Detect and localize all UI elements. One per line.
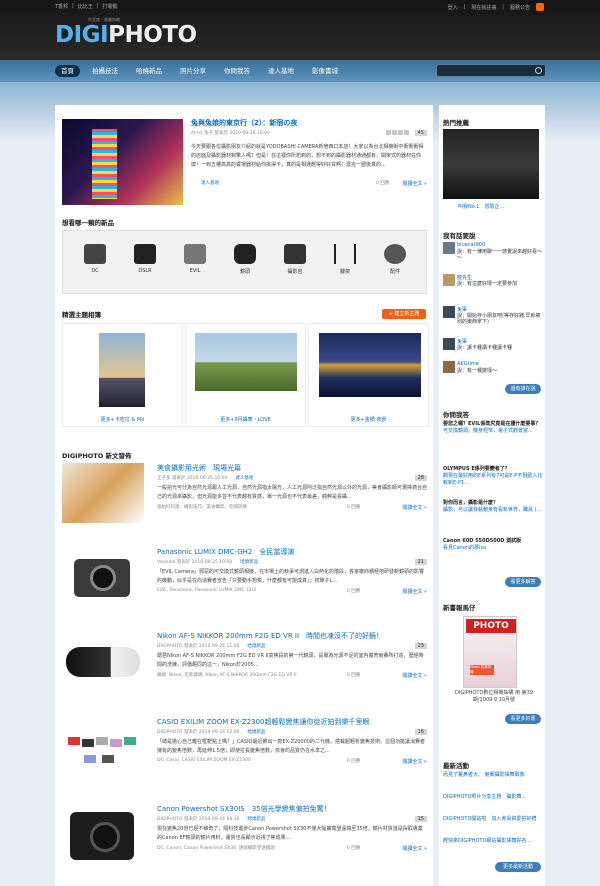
nav-qa[interactable]: 你問我答 bbox=[218, 65, 256, 77]
register-link[interactable]: 現在就註冊 bbox=[471, 4, 496, 11]
post-thumbnail[interactable] bbox=[62, 463, 144, 523]
nav-home[interactable]: 首頁 bbox=[55, 65, 80, 77]
event-item[interactable]: 而見了羅鼻者大、 競郵攝影揮舞取像 bbox=[443, 772, 539, 779]
share-icons[interactable] bbox=[386, 130, 409, 135]
post-thumbnail[interactable] bbox=[62, 804, 144, 864]
hot-title: 熱門推薦 bbox=[443, 119, 469, 127]
qa-more-button[interactable]: 看更多解答 bbox=[505, 577, 541, 587]
category-accessory[interactable]: 配件 bbox=[380, 244, 410, 275]
news-title: DIGIPHOTO 新文發佈 bbox=[62, 452, 132, 460]
talk-title: 我有話要說 bbox=[443, 232, 476, 240]
post-thumbnail[interactable] bbox=[62, 547, 144, 607]
feature-count: 45 bbox=[414, 130, 427, 136]
book-caption: DIGIPHOTO數位相機採購 用 第39期/2009 9.10月號 bbox=[455, 690, 533, 703]
events-more-button[interactable]: 更多最新活動 bbox=[495, 862, 541, 872]
qa-item: 要您之幡？EVIL係既究竟是在護什麼要事？ 可交換鏡頭、機身短窄，電子式觀景窗..… bbox=[443, 421, 541, 434]
feature-title[interactable]: 兔與兔娘的東京行（2）：新宿の夜 bbox=[191, 118, 427, 128]
category-dslr[interactable]: DSLR bbox=[130, 244, 160, 274]
hot-image[interactable] bbox=[443, 129, 539, 199]
top-links: T香邦 | 比比王 | 打電動 bbox=[55, 3, 118, 10]
album-card[interactable]: 更多+9月攝寮・LOVE bbox=[185, 323, 306, 427]
album-photo[interactable] bbox=[319, 333, 421, 397]
search-icon[interactable] bbox=[535, 67, 542, 74]
feature-body: 今天要跟各位攝影朋友介紹的就是YODOBASHI CAMERA新宿西口本店！大家… bbox=[191, 144, 424, 168]
hot-caption[interactable]: 叫我No.1 冒險企... bbox=[458, 203, 504, 210]
nav-expert[interactable]: 達人基地 bbox=[262, 65, 300, 77]
chat-item: 兔軍 說：開始存小朋友吧(等存好錢,早就被別的東西拿下) bbox=[443, 306, 543, 332]
book-cover-brand: PHOTO bbox=[466, 619, 516, 633]
album-card[interactable]: 更多+金橋 夜景 bbox=[308, 323, 429, 427]
account-links: 登入 | 現在就註冊 | 服務公告 bbox=[448, 3, 544, 11]
album-card[interactable]: 更多+卡密拉 & Me bbox=[62, 323, 183, 427]
album-photo[interactable] bbox=[99, 333, 145, 407]
post-thumbnail[interactable] bbox=[62, 631, 144, 691]
qa-item: 對你而言，攝影是什麼？ 攝影，可以讓我執敵身有看新世界，職員 (... bbox=[443, 500, 542, 513]
post-title[interactable]: Nikon AF-S NIKKOR 200mm F2G ED VR II 時間也… bbox=[157, 631, 427, 641]
category-evil[interactable]: EVIL bbox=[180, 244, 210, 274]
event-item[interactable]: 趕快來DIGIPHOTO網站攝影揮舞好名... bbox=[443, 838, 539, 845]
feature-tag[interactable]: 達人基地 bbox=[201, 180, 219, 186]
feature-more[interactable]: 閱讀全文 » bbox=[402, 180, 427, 187]
category-bag[interactable]: 攝影包 bbox=[280, 244, 310, 275]
album-photo[interactable] bbox=[195, 333, 297, 391]
chat-item: 兔軍 說：讓卡種講卡種讓卡種 bbox=[443, 338, 543, 358]
category-title: 想看哪一類的新品 bbox=[62, 219, 114, 227]
nav-techniques[interactable]: 拍攝技法 bbox=[86, 65, 124, 77]
top-link[interactable]: 比比王 bbox=[78, 3, 93, 10]
category-lens[interactable]: 鏡頭 bbox=[230, 244, 260, 275]
events-title: 最新活動 bbox=[443, 762, 469, 770]
category-dc[interactable]: DC bbox=[80, 244, 110, 274]
albums-title: 精選主題相簿 bbox=[62, 311, 101, 319]
talk-more-button[interactable]: 還有誰在說 bbox=[505, 384, 541, 394]
post-title[interactable]: Canon Powershot SX30IS 35倍光學變焦偏拍免驚！ bbox=[157, 804, 427, 814]
album-caption[interactable]: 更多+卡密拉 & Me bbox=[63, 416, 182, 423]
nav-photo-share[interactable]: 照片分享 bbox=[174, 65, 212, 77]
category-tripod[interactable]: 腳架 bbox=[330, 244, 360, 275]
feature-meta: Alrist 兔子 發表於 2010-09-26 10:00 bbox=[191, 131, 270, 136]
post-thumbnail[interactable] bbox=[62, 717, 144, 777]
top-bar: T香邦 | 比比王 | 打電動 登入 | 現在就註冊 | 服務公告 你是誰・美麗無敵 D… bbox=[0, 0, 600, 60]
avatar[interactable] bbox=[443, 361, 455, 373]
news-post: CASIO EXILIM ZOOM EX-Z2300超輕鬆變焦讓你從近拍到樂千里… bbox=[62, 717, 427, 789]
avatar[interactable] bbox=[443, 306, 455, 318]
news-post: Panasonic LUMIX DMC-GH2 全民當導演 Vessuka 發表… bbox=[62, 547, 427, 619]
feature-article: 兔與兔娘的東京行（2）：新宿の夜 Alrist 兔子 發表於 2010-09-2… bbox=[191, 118, 427, 188]
avatar[interactable] bbox=[443, 242, 455, 254]
event-item[interactable]: DIGIPHOTO照片分享主題 攝影舞... bbox=[443, 794, 539, 801]
site-logo[interactable]: DIGIPHOTO bbox=[55, 22, 197, 48]
post-title[interactable]: 美食攝影用光術 現場光篇 bbox=[157, 463, 427, 473]
feature-replies[interactable]: 0 回應 bbox=[376, 180, 389, 186]
top-link[interactable]: 打電動 bbox=[102, 3, 117, 10]
post-title[interactable]: Panasonic LUMIX DMC-GH2 全民當導演 bbox=[157, 547, 427, 557]
nav-new-products[interactable]: 哈燒新品 bbox=[130, 65, 168, 77]
book-more-button[interactable]: 看更多好書 bbox=[505, 714, 541, 724]
news-post: 美食攝影用光術 現場光篇 王子多 發表於 2010-09-25 10:00 達人基… bbox=[62, 463, 427, 535]
post-title[interactable]: CASIO EXILIM ZOOM EX-Z2300超輕鬆變焦讓你從近拍到樂千里… bbox=[157, 717, 427, 727]
rss-icon[interactable] bbox=[536, 3, 544, 11]
chat-item: 龍先生 說：有這麼好壞一定要參加 bbox=[443, 274, 543, 298]
book-cover-label: Motel 寫真特輯 bbox=[470, 665, 494, 675]
chat-item: bluecat900 說：有一律用聊一一感覺說來越好看～～ bbox=[443, 242, 543, 266]
chat-item: AKGtime 說：有一種變壞～ bbox=[443, 361, 543, 381]
album-caption[interactable]: 更多+金橋 夜景 bbox=[309, 416, 428, 423]
qa-item: Canon 60D 550D500D 測試版 看見Canon的那iso bbox=[443, 538, 522, 551]
login-link[interactable]: 登入 bbox=[448, 4, 458, 11]
avatar[interactable] bbox=[443, 274, 455, 286]
search-input[interactable] bbox=[436, 64, 546, 77]
avatar[interactable] bbox=[443, 338, 455, 350]
news-post: Nikon AF-S NIKKOR 200mm F2G ED VR II 時間也… bbox=[62, 631, 427, 703]
feature-image[interactable] bbox=[62, 119, 183, 205]
top-link[interactable]: T香邦 bbox=[55, 3, 68, 10]
notice-link[interactable]: 服務公告 bbox=[510, 4, 530, 11]
book-cover[interactable]: PHOTO Motel 寫真特輯 bbox=[463, 616, 517, 688]
qa-item: OLYMPUS E係列要變者了？ 觀現在最好用的E系列有7可是E-P不現歐入比較新… bbox=[443, 466, 543, 486]
create-album-button[interactable]: + 建立新主題 bbox=[382, 309, 426, 319]
event-item[interactable]: DIGIPHOTO開站啦 加入會員資雲拍好禮 bbox=[443, 816, 539, 823]
book-title: 新書報馬仔 bbox=[443, 604, 476, 612]
news-post: Canon Powershot SX30IS 35倍光學變焦偏拍免驚！ DIGI… bbox=[62, 804, 427, 876]
nav-bookstore[interactable]: 影像書城 bbox=[306, 65, 344, 77]
qa-title: 你問我答 bbox=[443, 411, 469, 419]
album-caption[interactable]: 更多+9月攝寮・LOVE bbox=[186, 416, 305, 423]
